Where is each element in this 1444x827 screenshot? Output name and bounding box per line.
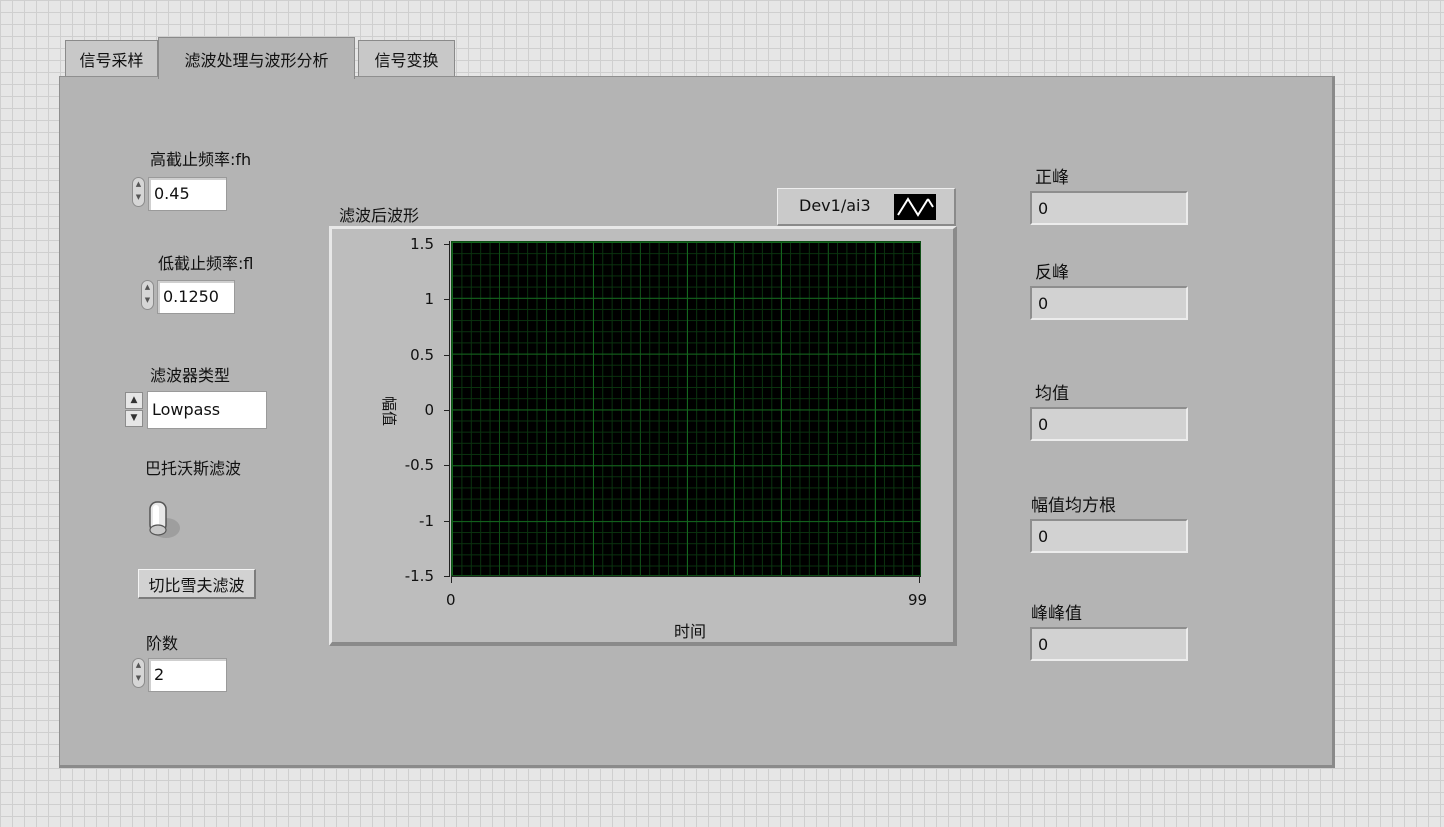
graph-title: 滤波后波形: [339, 206, 420, 225]
plot-legend[interactable]: Dev1/ai3: [777, 188, 956, 226]
x-tickmark: [451, 577, 452, 583]
order-spinner[interactable]: ▲ ▼: [132, 658, 145, 688]
y-tick-label: 0.5: [410, 345, 434, 364]
peak-to-peak-value: 0: [1030, 627, 1188, 661]
butterworth-toggle-switch[interactable]: [144, 496, 184, 546]
fl-input[interactable]: 0.1250: [157, 280, 235, 314]
order-input[interactable]: 2: [148, 658, 227, 692]
filter-type-up-button[interactable]: ▲: [125, 392, 143, 409]
y-tick-label: -1.5: [404, 567, 434, 585]
rms-value: 0: [1030, 519, 1188, 553]
filter-type-down-button[interactable]: ▼: [125, 410, 143, 427]
chebyshev-filter-button[interactable]: 切比雪夫滤波: [138, 569, 256, 599]
negative-peak-label: 反峰: [1035, 263, 1069, 283]
mean-label: 均值: [1035, 384, 1069, 404]
y-axis-line: [449, 241, 450, 576]
fl-spinner[interactable]: ▲ ▼: [141, 280, 154, 310]
y-tick-label: -1: [419, 511, 434, 530]
negative-peak-value: 0: [1030, 286, 1188, 320]
filter-type-label: 滤波器类型: [150, 366, 231, 385]
rms-label: 幅值均方根: [1031, 496, 1116, 516]
legend-swatch-icon: [894, 194, 936, 220]
y-tick-label: 1: [424, 290, 434, 309]
tab-signal-transform[interactable]: 信号变换: [358, 40, 455, 76]
fh-label: 高截止频率:fh: [150, 150, 252, 169]
tab-filter-analysis[interactable]: 滤波处理与波形分析: [158, 37, 355, 79]
x-tick-label: 0: [446, 591, 456, 609]
x-axis-label: 时间: [674, 622, 707, 641]
fh-spinner[interactable]: ▲ ▼: [132, 177, 145, 207]
butterworth-label: 巴托沃斯滤波: [145, 459, 242, 478]
y-tick-label: 0: [424, 401, 434, 419]
x-tick-label: 99: [908, 591, 928, 609]
positive-peak-value: 0: [1030, 191, 1188, 225]
mean-value: 0: [1030, 407, 1188, 441]
legend-series-name: Dev1/ai3: [799, 196, 871, 215]
plot-area[interactable]: [451, 241, 921, 576]
y-tick-label: -0.5: [404, 456, 434, 475]
filter-type-select[interactable]: Lowpass: [147, 391, 267, 429]
peak-to-peak-label: 峰峰值: [1031, 604, 1082, 624]
fh-input[interactable]: 0.45: [148, 177, 227, 211]
fl-label: 低截止频率:fl: [158, 254, 254, 273]
tab-signal-sampling[interactable]: 信号采样: [65, 40, 158, 76]
x-tickmark: [919, 577, 920, 583]
y-tickmark: [444, 576, 450, 577]
y-tick-label: 1.5: [410, 235, 434, 253]
x-axis-line: [451, 576, 921, 577]
positive-peak-label: 正峰: [1035, 168, 1069, 188]
order-label: 阶数: [146, 634, 179, 653]
